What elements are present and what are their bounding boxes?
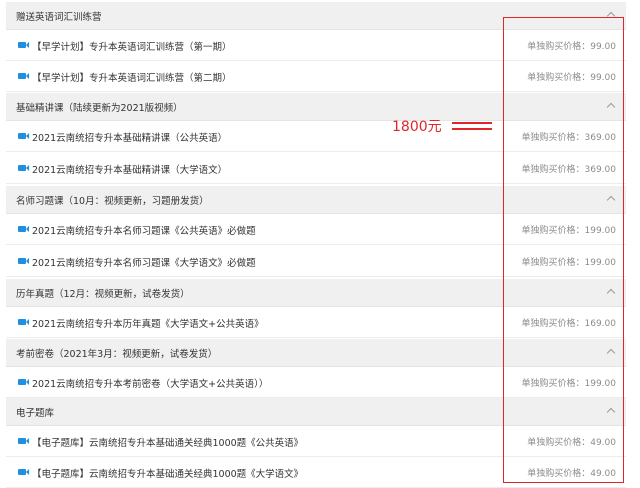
total-price-annotation: 1800元 bbox=[392, 119, 442, 135]
lesson-title[interactable]: 【早学计划】专升本英语词汇训练营（第一期） bbox=[32, 39, 232, 53]
lesson-price: 单独购买价格：199.00 bbox=[521, 226, 617, 236]
video-camera-icon bbox=[18, 438, 29, 444]
lesson-title[interactable]: 2021云南统招专升本基础精讲课（大学语文） bbox=[32, 162, 227, 176]
lesson-price: 单独购买价格：199.00 bbox=[521, 258, 617, 268]
lesson-row[interactable]: 2021云南统招专升本基础精讲课（大学语文） 单独购买价格：369.00 bbox=[6, 153, 626, 184]
chevron-up-icon[interactable] bbox=[606, 11, 616, 21]
lesson-price: 单独购买价格：99.00 bbox=[527, 73, 616, 83]
lesson-row[interactable]: 【早学计划】专升本英语词汇训练营（第一期） 单独购买价格：99.00 bbox=[6, 30, 626, 61]
section-title: 名师习题课（10月：视频更新，习题册发货） bbox=[16, 196, 209, 207]
lesson-title[interactable]: 【电子题库】云南统招专升本基础通关经典1000题《大学语文》 bbox=[32, 466, 303, 480]
section-title: 基础精讲课（陆续更新为2021版视频） bbox=[16, 103, 183, 114]
section-title: 考前密卷（2021年3月：视频更新，试卷发货） bbox=[16, 349, 218, 360]
lesson-price: 单独购买价格：99.00 bbox=[527, 42, 616, 52]
course-catalog-page: 赠送英语词汇训练营 【早学计划】专升本英语词汇训练营（第一期） 单独购买价格：9… bbox=[0, 0, 640, 488]
chevron-up-icon[interactable] bbox=[606, 348, 616, 358]
lesson-row[interactable]: 2021云南统招专升本基础精讲课（公共英语） 单独购买价格：369.00 bbox=[6, 121, 626, 152]
video-camera-icon bbox=[18, 73, 29, 79]
video-camera-icon bbox=[18, 379, 29, 385]
lesson-row[interactable]: 【电子题库】云南统招专升本基础通关经典1000题《公共英语》 单独购买价格：49… bbox=[6, 426, 626, 457]
video-camera-icon bbox=[18, 42, 29, 48]
section-header-question-bank[interactable]: 电子题库 bbox=[6, 398, 626, 426]
section-title: 历年真题（12月：视频更新，试卷发货） bbox=[16, 289, 190, 300]
section-header-foundation[interactable]: 基础精讲课（陆续更新为2021版视频） bbox=[6, 93, 626, 121]
section-header-exercises[interactable]: 名师习题课（10月：视频更新，习题册发货） bbox=[6, 186, 626, 214]
chevron-up-icon[interactable] bbox=[606, 407, 616, 417]
equals-line-bottom bbox=[452, 128, 492, 130]
lesson-price: 单独购买价格：169.00 bbox=[521, 319, 617, 329]
chevron-up-icon[interactable] bbox=[606, 102, 616, 112]
lesson-title[interactable]: 2021云南统招专升本名师习题课《公共英语》必做题 bbox=[32, 223, 256, 237]
lesson-row[interactable]: 【早学计划】专升本英语词汇训练营（第二期） 单独购买价格：99.00 bbox=[6, 61, 626, 92]
lesson-title[interactable]: 2021云南统招专升本名师习题课《大学语文》必做题 bbox=[32, 255, 256, 269]
lesson-title[interactable]: 2021云南统招专升本历年真题《大学语文+公共英语》 bbox=[32, 316, 264, 330]
video-camera-icon bbox=[18, 469, 29, 475]
lesson-title[interactable]: 【电子题库】云南统招专升本基础通关经典1000题《公共英语》 bbox=[32, 435, 303, 449]
section-title: 电子题库 bbox=[16, 408, 55, 419]
lesson-price: 单独购买价格：49.00 bbox=[527, 469, 616, 479]
chevron-up-icon[interactable] bbox=[606, 195, 616, 205]
video-camera-icon bbox=[18, 319, 29, 325]
lesson-row[interactable]: 【电子题库】云南统招专升本基础通关经典1000题《大学语文》 单独购买价格：49… bbox=[6, 457, 626, 488]
lesson-title[interactable]: 【早学计划】专升本英语词汇训练营（第二期） bbox=[32, 70, 232, 84]
lesson-row[interactable]: 2021云南统招专升本名师习题课《公共英语》必做题 单独购买价格：199.00 bbox=[6, 214, 626, 245]
section-header-past-papers[interactable]: 历年真题（12月：视频更新，试卷发货） bbox=[6, 279, 626, 307]
video-camera-icon bbox=[18, 258, 29, 264]
lesson-title[interactable]: 2021云南统招专升本考前密卷（大学语文+公共英语）） bbox=[32, 376, 268, 390]
lesson-row[interactable]: 2021云南统招专升本历年真题《大学语文+公共英语》 单独购买价格：169.00 bbox=[6, 307, 626, 338]
lesson-price: 单独购买价格：369.00 bbox=[521, 165, 617, 175]
lesson-price: 单独购买价格：369.00 bbox=[521, 133, 617, 143]
lesson-price: 单独购买价格：199.00 bbox=[521, 379, 617, 389]
video-camera-icon bbox=[18, 133, 29, 139]
section-header-vocab-camp[interactable]: 赠送英语词汇训练营 bbox=[6, 2, 626, 30]
equals-line-top bbox=[452, 122, 492, 124]
lesson-row[interactable]: 2021云南统招专升本考前密卷（大学语文+公共英语）） 单独购买价格：199.0… bbox=[6, 367, 626, 398]
section-header-mock-exams[interactable]: 考前密卷（2021年3月：视频更新，试卷发货） bbox=[6, 339, 626, 367]
lesson-title[interactable]: 2021云南统招专升本基础精讲课（公共英语） bbox=[32, 130, 227, 144]
video-camera-icon bbox=[18, 226, 29, 232]
video-camera-icon bbox=[18, 165, 29, 171]
lesson-row[interactable]: 2021云南统招专升本名师习题课《大学语文》必做题 单独购买价格：199.00 bbox=[6, 246, 626, 277]
lesson-price: 单独购买价格：49.00 bbox=[527, 438, 616, 448]
chevron-up-icon[interactable] bbox=[606, 288, 616, 298]
section-title: 赠送英语词汇训练营 bbox=[16, 12, 102, 23]
